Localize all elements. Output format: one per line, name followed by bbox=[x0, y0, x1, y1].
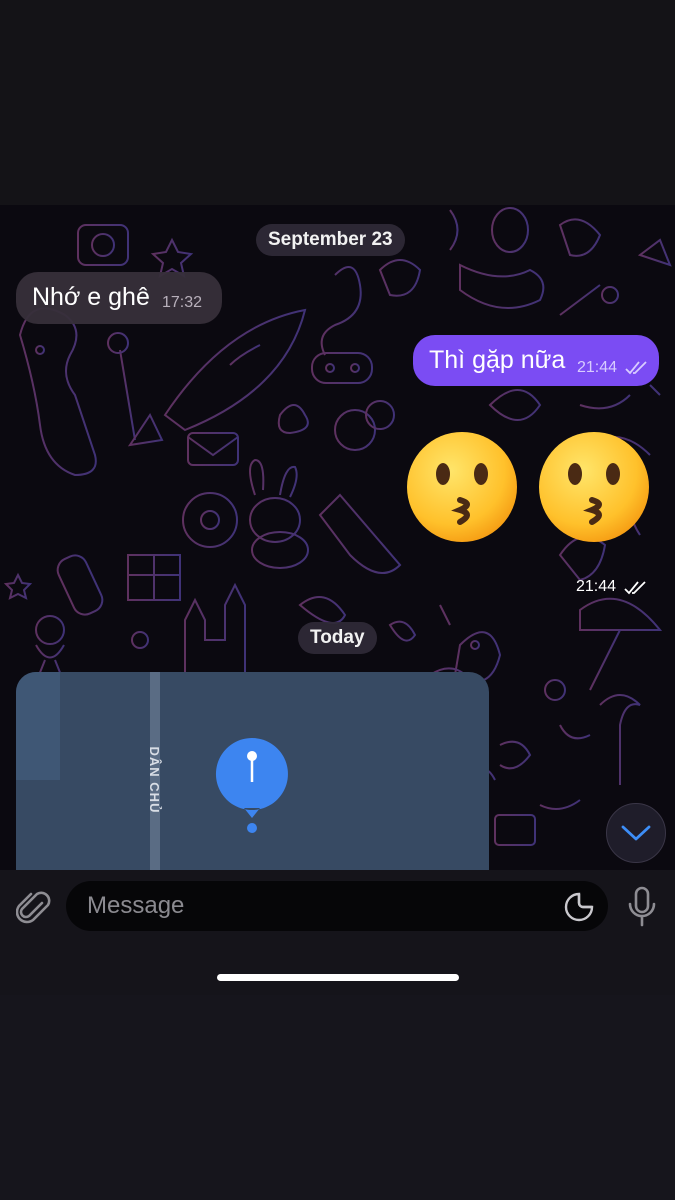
incoming-message-bubble[interactable]: Nhớ e ghê 17:32 bbox=[16, 272, 222, 324]
message-input[interactable] bbox=[66, 881, 567, 931]
outgoing-message-bubble[interactable]: Thì gặp nữa 21:44 bbox=[413, 335, 659, 386]
paperclip-icon[interactable] bbox=[16, 887, 52, 927]
sticker-icon[interactable] bbox=[564, 892, 594, 922]
message-time: 17:32 bbox=[162, 294, 203, 311]
chevron-down-icon bbox=[621, 825, 651, 841]
map-building bbox=[16, 672, 60, 780]
message-text: Thì gặp nữa bbox=[429, 346, 566, 374]
read-checkmarks-icon bbox=[625, 361, 647, 375]
microphone-icon[interactable] bbox=[626, 886, 658, 928]
message-composer bbox=[0, 870, 675, 995]
scroll-to-bottom-button[interactable] bbox=[606, 803, 666, 863]
date-separator: September 23 bbox=[256, 224, 405, 256]
kissing-face-icon[interactable] bbox=[405, 430, 519, 544]
kissing-face-icon[interactable] bbox=[537, 430, 651, 544]
read-checkmarks-icon bbox=[624, 581, 646, 595]
date-separator: Today bbox=[298, 622, 377, 654]
message-time: 21:44 bbox=[576, 578, 617, 595]
message-text: Nhớ e ghê bbox=[32, 283, 150, 311]
home-indicator bbox=[217, 974, 459, 981]
message-field[interactable] bbox=[66, 881, 608, 931]
bottom-band bbox=[0, 995, 675, 1200]
map-street-label: DÂN CHỦ bbox=[147, 746, 162, 814]
message-time: 21:44 bbox=[577, 359, 618, 376]
chat-area[interactable]: September 23 Nhớ e ghê 17:32 Thì gặp nữa… bbox=[0, 205, 675, 995]
top-band bbox=[0, 0, 675, 205]
location-pin-icon bbox=[215, 738, 288, 833]
